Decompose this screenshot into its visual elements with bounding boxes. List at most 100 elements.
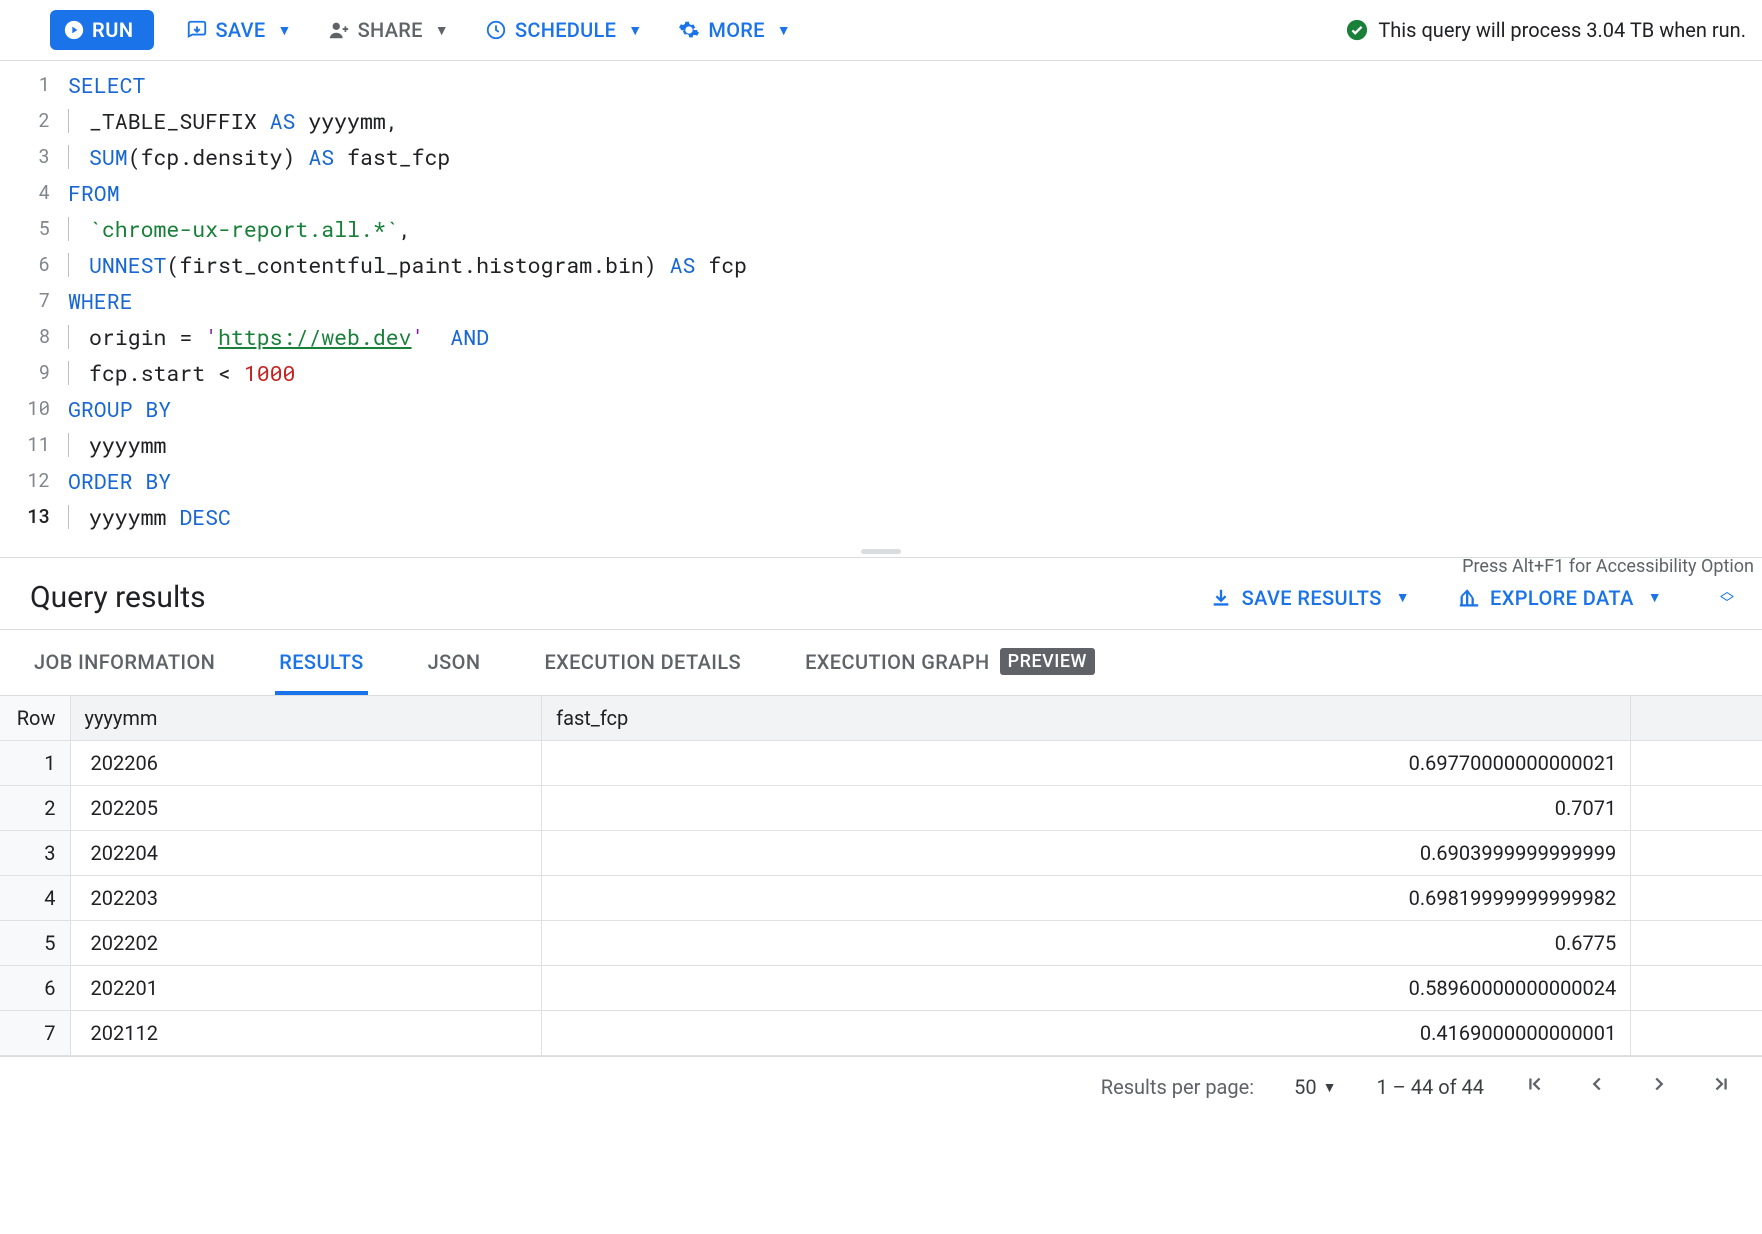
indent-guide [68,253,69,277]
indent-guide [68,217,69,241]
run-button[interactable]: RUN [50,10,154,50]
share-button[interactable]: SHARE ▼ [324,12,453,48]
table-row[interactable]: 72021120.4169000000000001 [0,1011,1762,1056]
results-tabs: JOB INFORMATION RESULTS JSON EXECUTION DETA… [0,629,1762,696]
code-token: AS [670,247,696,283]
col-row[interactable]: Row [0,696,70,741]
cell-filler [1631,1011,1762,1056]
first-page-icon[interactable] [1524,1073,1546,1101]
cell-fast-fcp: 0.6775 [542,921,1631,966]
code-token: AND [450,319,489,355]
line-number: 1 [0,67,68,103]
code-content: origin = 'https://web.dev' AND [68,319,489,355]
tab-label: EXECUTION GRAPH [805,650,990,674]
table-row[interactable]: 42022030.69819999999999982 [0,876,1762,921]
cell-fast-fcp: 0.7071 [542,786,1631,831]
code-content: WHERE [68,283,133,319]
gear-icon [678,19,700,41]
page-range: 1 – 44 of 44 [1376,1075,1484,1099]
prev-page-icon[interactable] [1586,1073,1608,1101]
editor-line: 8origin = 'https://web.dev' AND [0,319,1762,355]
editor-line: 5`chrome-ux-report.all.*`, [0,211,1762,247]
caret-down-icon: ▼ [277,22,291,39]
table-row[interactable]: 52022020.6775 [0,921,1762,966]
save-button[interactable]: SAVE ▼ [182,12,296,48]
code-token: (fcp.density) [128,139,309,175]
line-number: 2 [0,103,68,139]
last-page-icon[interactable] [1710,1073,1732,1101]
more-label: MORE [708,18,764,42]
col-yyyymm[interactable]: yyyymm [70,696,542,741]
tab-job-information[interactable]: JOB INFORMATION [30,630,219,695]
a11y-hint: Press Alt+F1 for Accessibility Option [1462,556,1754,577]
code-content: ORDER BY [68,463,171,499]
table-row[interactable]: 62022010.58960000000000024 [0,966,1762,1011]
code-token: ORDER BY [68,463,171,499]
code-content: GROUP BY [68,391,171,427]
expand-toggle[interactable]: ︿ ﹀ [1710,587,1734,609]
per-page-label: Results per page: [1101,1075,1254,1099]
editor-line: 10GROUP BY [0,391,1762,427]
editor-line: 4FROM [0,175,1762,211]
editor-line: 3SUM(fcp.density) AS fast_fcp [0,139,1762,175]
save-results-label: SAVE RESULTS [1242,586,1382,610]
chevron-down-icon: ﹀ [1720,599,1734,609]
code-token: AS [270,103,296,139]
table-row[interactable]: 32022040.6903999999999999 [0,831,1762,876]
results-table-wrap: Rowyyyymmfast_fcp12022060.69770000000000… [0,696,1762,1056]
indent-guide [68,505,69,529]
tab-results[interactable]: RESULTS [275,630,367,695]
editor-line: 1SELECT [0,67,1762,103]
cell-filler [1631,966,1762,1011]
code-token: https://web.dev [218,319,412,355]
code-content: SUM(fcp.density) AS fast_fcp [68,139,450,175]
cell-fast-fcp: 0.4169000000000001 [542,1011,1631,1056]
caret-down-icon: ▼ [435,22,449,39]
tab-execution-graph[interactable]: EXECUTION GRAPH PREVIEW [801,630,1099,695]
tab-label: RESULTS [279,650,363,674]
code-token: AS [308,139,334,175]
table-row[interactable]: 12022060.69770000000000021 [0,741,1762,786]
tab-execution-details[interactable]: EXECUTION DETAILS [540,630,745,695]
code-token: fcp [695,247,747,283]
explore-data-button[interactable]: EXPLORE DATA ▼ [1458,586,1662,610]
code-token: origin = [89,319,205,355]
save-results-button[interactable]: SAVE RESULTS ▼ [1210,586,1410,610]
chart-icon [1458,587,1480,609]
tab-json[interactable]: JSON [424,630,485,695]
code-token: UNNEST [89,247,166,283]
run-label: RUN [92,18,134,42]
per-page-select[interactable]: 50 ▼ [1294,1075,1336,1099]
schedule-button[interactable]: SCHEDULE ▼ [481,12,646,48]
line-number: 10 [0,391,68,427]
cell-row: 5 [0,921,70,966]
download-icon [1210,587,1232,609]
code-token: FROM [68,175,120,211]
line-number: 7 [0,283,68,319]
cell-yyyymm: 202112 [70,1011,542,1056]
more-button[interactable]: MORE ▼ [674,12,795,48]
caret-down-icon: ▼ [628,22,642,39]
cell-filler [1631,786,1762,831]
code-token: SELECT [68,67,145,103]
code-token [424,319,450,355]
results-title: Query results [30,580,206,615]
sql-editor[interactable]: 1SELECT2_TABLE_SUFFIX AS yyyymm,3SUM(fcp… [0,61,1762,545]
schedule-label: SCHEDULE [515,18,616,42]
col-fast_fcp[interactable]: fast_fcp [542,696,1631,741]
code-content: yyyymm DESC [68,499,231,535]
cell-row: 6 [0,966,70,1011]
editor-line: 6UNNEST(first_contentful_paint.histogram… [0,247,1762,283]
preview-badge: PREVIEW [1000,648,1095,675]
next-page-icon[interactable] [1648,1073,1670,1101]
code-token: DESC [179,499,231,535]
code-token: _TABLE_SUFFIX [89,103,270,139]
indent-guide [68,433,69,457]
clock-icon [485,19,507,41]
code-token: fcp.start < [89,355,244,391]
code-token: ' [205,319,218,355]
cell-yyyymm: 202204 [70,831,542,876]
status-text: This query will process 3.04 TB when run… [1378,18,1746,42]
table-row[interactable]: 22022050.7071 [0,786,1762,831]
col-filler [1631,696,1762,741]
